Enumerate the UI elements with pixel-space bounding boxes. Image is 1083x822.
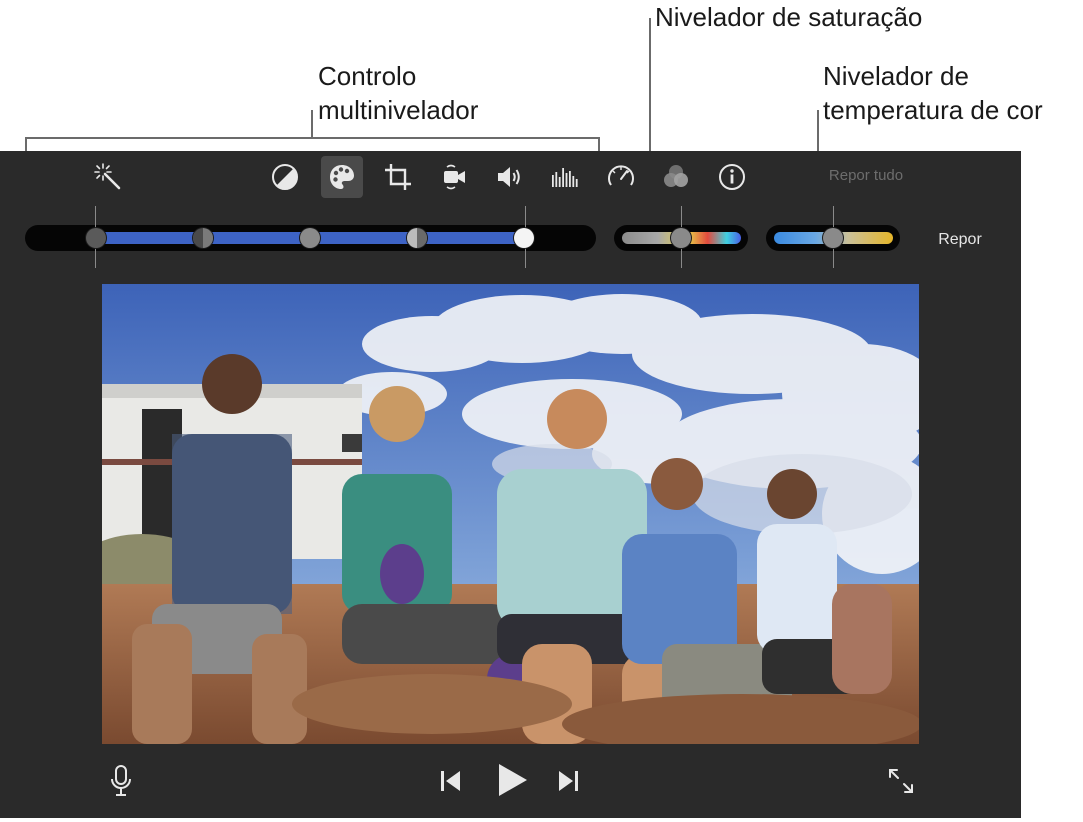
- video-editor-panel: Repor tudo Repor: [0, 151, 1021, 818]
- multilevel-knob-highmid[interactable]: [407, 228, 427, 248]
- callout-bracket: [25, 137, 600, 151]
- callout-multilevel-line2: multinivelador: [318, 95, 479, 125]
- saturation-slider-knob[interactable]: [671, 228, 691, 248]
- skip-back-button[interactable]: [431, 761, 471, 801]
- video-preview-image: [102, 284, 919, 744]
- speed-button[interactable]: [600, 156, 642, 198]
- callout-leader-multilevel: [311, 110, 313, 138]
- multilevel-knob-shadows[interactable]: [86, 228, 106, 248]
- callout-temperature: Nivelador de temperatura de cor: [823, 59, 1043, 127]
- callout-temperature-line2: temperatura de cor: [823, 95, 1043, 125]
- reset-all-button[interactable]: Repor tudo: [805, 167, 927, 184]
- microphone-icon: [111, 765, 131, 796]
- video-filters-button[interactable]: [655, 156, 697, 198]
- fullscreen-button[interactable]: [881, 761, 921, 801]
- speedometer-icon: [608, 165, 634, 186]
- skip-forward-icon: [559, 771, 578, 791]
- magic-wand-button[interactable]: [87, 156, 129, 198]
- crop-button[interactable]: [377, 156, 419, 198]
- color-filter-icon: [664, 165, 688, 187]
- skip-back-icon: [441, 771, 460, 791]
- callout-multilevel-control: Controlo multinivelador: [318, 59, 478, 127]
- multilevel-knob-lowmid[interactable]: [193, 228, 213, 248]
- crop-icon: [385, 164, 411, 190]
- video-preview: [102, 284, 919, 744]
- volume-icon: [498, 167, 520, 187]
- callout-saturation: Nivelador de saturação: [655, 2, 923, 32]
- info-icon: [719, 164, 745, 190]
- play-button[interactable]: [489, 757, 535, 803]
- stabilization-button[interactable]: [433, 156, 475, 198]
- equalizer-icon: [552, 168, 578, 187]
- callout-temperature-line1: Nivelador de: [823, 61, 969, 91]
- multilevel-knob-midtones[interactable]: [300, 228, 320, 248]
- color-correction-button[interactable]: [321, 156, 363, 198]
- callout-multilevel-line1: Controlo: [318, 61, 417, 91]
- voiceover-button[interactable]: [101, 761, 141, 801]
- skip-forward-button[interactable]: [548, 761, 588, 801]
- noise-reduction-equalizer-button[interactable]: [543, 156, 585, 198]
- volume-button[interactable]: [488, 156, 530, 198]
- magic-wand-icon: [94, 163, 121, 190]
- palette-icon: [330, 165, 354, 189]
- play-icon: [499, 764, 527, 796]
- temperature-slider-knob[interactable]: [823, 228, 843, 248]
- reset-button[interactable]: Repor: [918, 231, 1002, 249]
- stabilize-camera-icon: [444, 164, 465, 190]
- fullscreen-icon: [889, 769, 913, 793]
- color-balance-button[interactable]: [264, 156, 306, 198]
- multilevel-knob-highlights[interactable]: [514, 228, 534, 248]
- contrast-icon: [272, 164, 298, 190]
- info-button[interactable]: [711, 156, 753, 198]
